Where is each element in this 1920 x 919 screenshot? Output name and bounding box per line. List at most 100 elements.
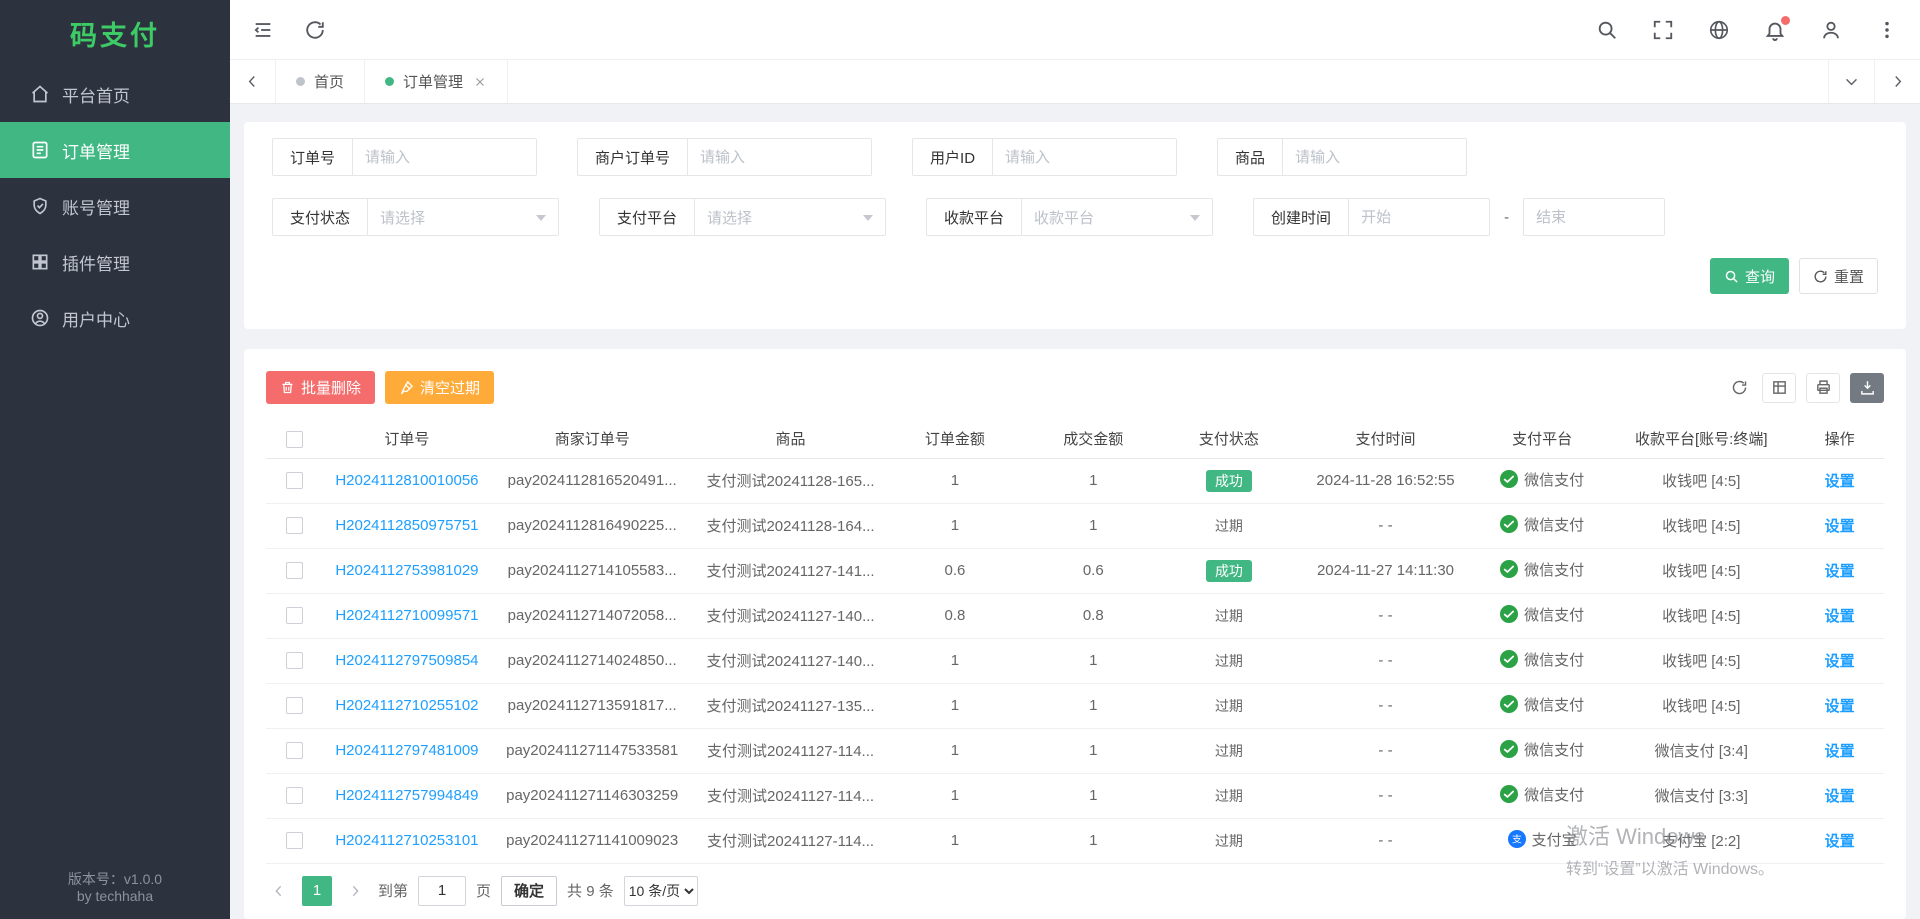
settings-link[interactable]: 设置 (1825, 833, 1855, 850)
table-row: H2024112850975751 pay2024112816490225...… (266, 503, 1884, 548)
next-page-button[interactable] (342, 876, 368, 906)
platform-name: 微信支付 (1524, 604, 1584, 625)
pay-time-cell: - - (1294, 593, 1477, 638)
search-button[interactable]: 查询 (1710, 258, 1789, 294)
settings-link[interactable]: 设置 (1825, 743, 1855, 760)
pay-time-cell: - - (1294, 638, 1477, 683)
sidebar-item-label: 平台首页 (62, 82, 130, 107)
paid-amount-cell: 1 (1023, 683, 1164, 728)
status-badge: 过期 (1215, 788, 1243, 804)
settings-link[interactable]: 设置 (1825, 653, 1855, 670)
filter-panel: 订单号 商户订单号 用户ID 商品 (244, 122, 1906, 329)
order-no-link[interactable]: H2024112810010056 (335, 472, 478, 489)
sidebar-item-user-center[interactable]: 用户中心 (0, 290, 230, 346)
order-amount-cell: 1 (887, 773, 1023, 818)
goto-page-input[interactable] (418, 876, 466, 906)
user-id-input[interactable] (992, 138, 1177, 176)
clear-expired-button[interactable]: 清空过期 (385, 371, 494, 404)
sidebar-item-accounts[interactable]: 账号管理 (0, 178, 230, 234)
settings-link[interactable]: 设置 (1825, 563, 1855, 580)
version-number: 版本号：v1.0.0 (0, 871, 230, 888)
settings-link[interactable]: 设置 (1825, 473, 1855, 490)
tabs-scroll-right-button[interactable] (1874, 60, 1920, 103)
sidebar-toggle-icon[interactable] (252, 19, 274, 41)
row-checkbox[interactable] (286, 697, 303, 714)
order-amount-cell: 1 (887, 683, 1023, 728)
reset-button[interactable]: 重置 (1799, 258, 1878, 294)
tab-close-icon[interactable] (473, 75, 487, 89)
product-cell: 支付测试20241127-114... (694, 773, 887, 818)
settings-link[interactable]: 设置 (1825, 698, 1855, 715)
order-no-link[interactable]: H2024112797481009 (335, 742, 478, 759)
row-checkbox[interactable] (286, 652, 303, 669)
payment-platform-icon: 支 (1500, 560, 1518, 578)
row-checkbox[interactable] (286, 607, 303, 624)
notification-bell-icon[interactable] (1764, 19, 1786, 41)
sidebar-item-orders[interactable]: 订单管理 (0, 122, 230, 178)
app-root: 码支付 平台首页 订单管理 账号管理 (0, 0, 1920, 919)
sidebar: 码支付 平台首页 订单管理 账号管理 (0, 0, 230, 919)
order-no-link[interactable]: H2024112753981029 (335, 562, 478, 579)
table-row: H2024112710255102 pay2024112713591817...… (266, 683, 1884, 728)
row-checkbox[interactable] (286, 832, 303, 849)
sidebar-item-plugins[interactable]: 插件管理 (0, 234, 230, 290)
status-badge: 过期 (1215, 518, 1243, 534)
language-globe-icon[interactable] (1708, 19, 1730, 41)
page-unit-label: 页 (476, 880, 491, 901)
receiver-platform-cell: 收钱吧 [4:5] (1607, 458, 1795, 503)
order-no-link[interactable]: H2024112710255102 (335, 697, 478, 714)
status-badge: 过期 (1215, 833, 1243, 849)
user-icon[interactable] (1820, 19, 1842, 41)
product-input[interactable] (1282, 138, 1467, 176)
current-page-button[interactable]: 1 (302, 876, 332, 906)
goto-label: 到第 (378, 880, 408, 901)
select-all-checkbox[interactable] (286, 431, 303, 448)
receive-platform-select[interactable]: 收款平台 (1021, 198, 1213, 236)
table-refresh-icon[interactable] (1726, 373, 1752, 403)
order-no-link[interactable]: H2024112797509854 (335, 652, 478, 669)
fullscreen-icon[interactable] (1652, 19, 1674, 41)
receiver-platform-cell: 收钱吧 [4:5] (1607, 548, 1795, 593)
row-checkbox[interactable] (286, 562, 303, 579)
settings-link[interactable]: 设置 (1825, 608, 1855, 625)
prev-page-button[interactable] (266, 876, 292, 906)
tab-label: 订单管理 (403, 71, 463, 92)
order-amount-cell: 1 (887, 458, 1023, 503)
batch-delete-button[interactable]: 批量删除 (266, 371, 375, 404)
order-no-link[interactable]: H2024112850975751 (335, 517, 478, 534)
merchant-order-no-cell: pay2024112713591817... (490, 683, 694, 728)
row-checkbox[interactable] (286, 742, 303, 759)
tab-home[interactable]: 首页 (276, 60, 365, 103)
pay-status-select[interactable]: 请选择 (367, 198, 559, 236)
columns-grid-icon[interactable] (1762, 373, 1796, 403)
pay-time-cell: - - (1294, 683, 1477, 728)
tab-bar: 首页 订单管理 (230, 60, 1920, 104)
order-no-input[interactable] (352, 138, 537, 176)
more-dots-icon[interactable] (1876, 19, 1898, 41)
tabs-scroll-left-button[interactable] (230, 60, 276, 103)
page-size-select[interactable]: 10 条/页 (624, 876, 698, 906)
order-no-link[interactable]: H2024112757994849 (335, 787, 478, 804)
product-cell: 支付测试20241128-164... (694, 503, 887, 548)
merchant-order-no-input[interactable] (687, 138, 872, 176)
pay-platform-cell: 支 支付宝 (1508, 829, 1577, 850)
start-date-input[interactable] (1348, 198, 1490, 236)
sidebar-item-home[interactable]: 平台首页 (0, 66, 230, 122)
order-no-link[interactable]: H2024112710253101 (335, 832, 478, 849)
export-download-icon[interactable] (1850, 373, 1884, 403)
confirm-page-button[interactable]: 确定 (501, 876, 557, 906)
end-date-input[interactable] (1523, 198, 1665, 236)
pay-platform-select[interactable]: 请选择 (694, 198, 886, 236)
row-checkbox[interactable] (286, 787, 303, 804)
settings-link[interactable]: 设置 (1825, 788, 1855, 805)
search-icon[interactable] (1596, 19, 1618, 41)
tab-order-management[interactable]: 订单管理 (365, 60, 508, 103)
printer-icon[interactable] (1806, 373, 1840, 403)
settings-link[interactable]: 设置 (1825, 518, 1855, 535)
tabs-menu-button[interactable] (1828, 60, 1874, 103)
col-header-receive-platform: 收款平台[账号:终端] (1607, 420, 1795, 458)
row-checkbox[interactable] (286, 472, 303, 489)
row-checkbox[interactable] (286, 517, 303, 534)
order-no-link[interactable]: H2024112710099571 (335, 607, 478, 624)
reload-icon[interactable] (304, 19, 326, 41)
